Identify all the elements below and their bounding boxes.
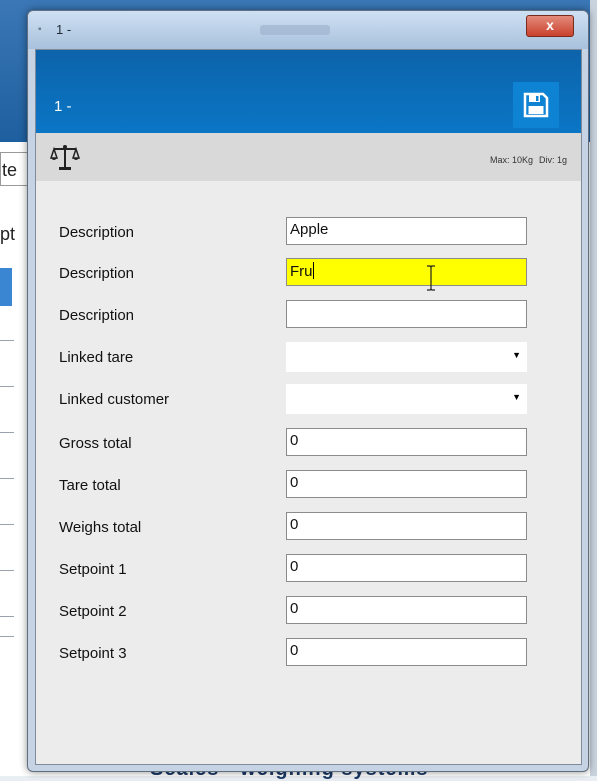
text-caret [312,262,314,279]
form-row-tare-total: Tare total 0 [36,470,581,500]
scale-info-bar: Max: 10Kg Div: 1g [36,133,581,181]
close-button[interactable]: x [526,15,574,37]
background-divider [0,386,14,387]
gross-total-input[interactable]: 0 [286,428,527,456]
background-edge [590,0,597,776]
description-2-input[interactable]: Fru [286,258,527,286]
background-divider [0,340,14,341]
description-3-input[interactable] [286,300,527,328]
header-band: 1 - [36,50,581,133]
background-divider [0,570,14,571]
background-divider [0,478,14,479]
field-label: Weighs total [59,519,142,536]
form-row-weighs-total: Weighs total 0 [36,512,581,542]
window-title: 1 - [56,22,72,37]
dropdown-arrow-icon: ▼ [512,392,521,402]
field-label: Description [59,307,135,324]
blurred-title-text [260,25,330,35]
form-row-setpoint-2: Setpoint 2 0 [36,596,581,626]
dialog-window: ▪ 1 - x 1 - Max: 10Kg Div: 1g Descriptio… [27,10,589,772]
setpoint-2-input[interactable]: 0 [286,596,527,624]
weighs-total-input[interactable]: 0 [286,512,527,540]
scale-max: Max: 10Kg [490,155,534,165]
page-title: 1 - [54,98,72,115]
scale-capacity: Max: 10Kg Div: 1g [484,155,567,165]
background-divider [0,432,14,433]
form-row-description-1: Description Apple [36,217,581,247]
floppy-disk-icon [523,92,549,118]
input-value: Fru [290,263,313,280]
form-row-linked-tare: Linked tare ▼ [36,342,581,372]
form-row-setpoint-1: Setpoint 1 0 [36,554,581,584]
setpoint-3-input[interactable]: 0 [286,638,527,666]
background-left-text: pt [0,224,16,244]
field-label: Setpoint 2 [59,603,127,620]
tare-total-input[interactable]: 0 [286,470,527,498]
description-1-input[interactable]: Apple [286,217,527,245]
background-selected-row [0,268,12,306]
form-row-gross-total: Gross total 0 [36,428,581,458]
field-label: Gross total [59,435,132,452]
form-row-description-3: Description [36,300,581,330]
field-label: Tare total [59,477,121,494]
field-label: Description [59,224,135,241]
background-divider [0,524,14,525]
background-left-text: te [2,160,18,180]
balance-scale-icon [50,145,80,170]
text-cursor-icon [427,265,435,291]
app-icon: ▪ [38,24,42,35]
dialog-content: 1 - Max: 10Kg Div: 1g Description Apple … [35,49,582,765]
save-button[interactable] [513,82,559,128]
field-label: Setpoint 1 [59,561,127,578]
field-label: Linked tare [59,349,134,366]
field-label: Linked customer [59,391,170,408]
form-row-setpoint-3: Setpoint 3 0 [36,638,581,668]
form-row-description-2: Description Fru [36,258,581,288]
background-divider [0,616,14,617]
linked-tare-select[interactable]: ▼ [286,342,527,372]
field-label: Setpoint 3 [59,645,127,662]
setpoint-1-input[interactable]: 0 [286,554,527,582]
background-divider [0,636,14,637]
field-label: Description [59,265,135,282]
form-row-linked-customer: Linked customer ▼ [36,384,581,414]
linked-customer-select[interactable]: ▼ [286,384,527,414]
scale-division: Div: 1g [539,155,568,165]
dropdown-arrow-icon: ▼ [512,350,521,360]
title-bar[interactable]: ▪ 1 - x [28,11,588,49]
